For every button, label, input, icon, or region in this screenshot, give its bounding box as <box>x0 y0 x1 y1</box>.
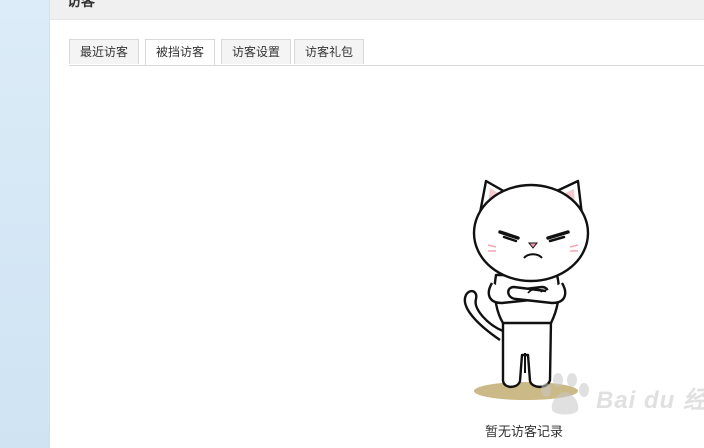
empty-state-message: 暂无访客记录 <box>485 424 564 439</box>
tab-visitor-gift[interactable]: 访客礼包 <box>294 39 364 64</box>
paw-icon <box>541 373 589 415</box>
tab-divider <box>69 65 704 66</box>
left-sidebar-strip <box>0 0 50 448</box>
page-title: 访客 <box>67 0 95 9</box>
watermark-logo: Bai du 经验 <box>534 370 704 418</box>
tab-recent-visitors[interactable]: 最近访客 <box>69 39 139 64</box>
watermark-text: Bai du 经验 <box>596 387 704 414</box>
tab-visitor-settings[interactable]: 访客设置 <box>221 39 291 64</box>
tab-blocked-visitors[interactable]: 被挡访客 <box>145 39 215 66</box>
page-header: 访客 <box>50 0 704 20</box>
